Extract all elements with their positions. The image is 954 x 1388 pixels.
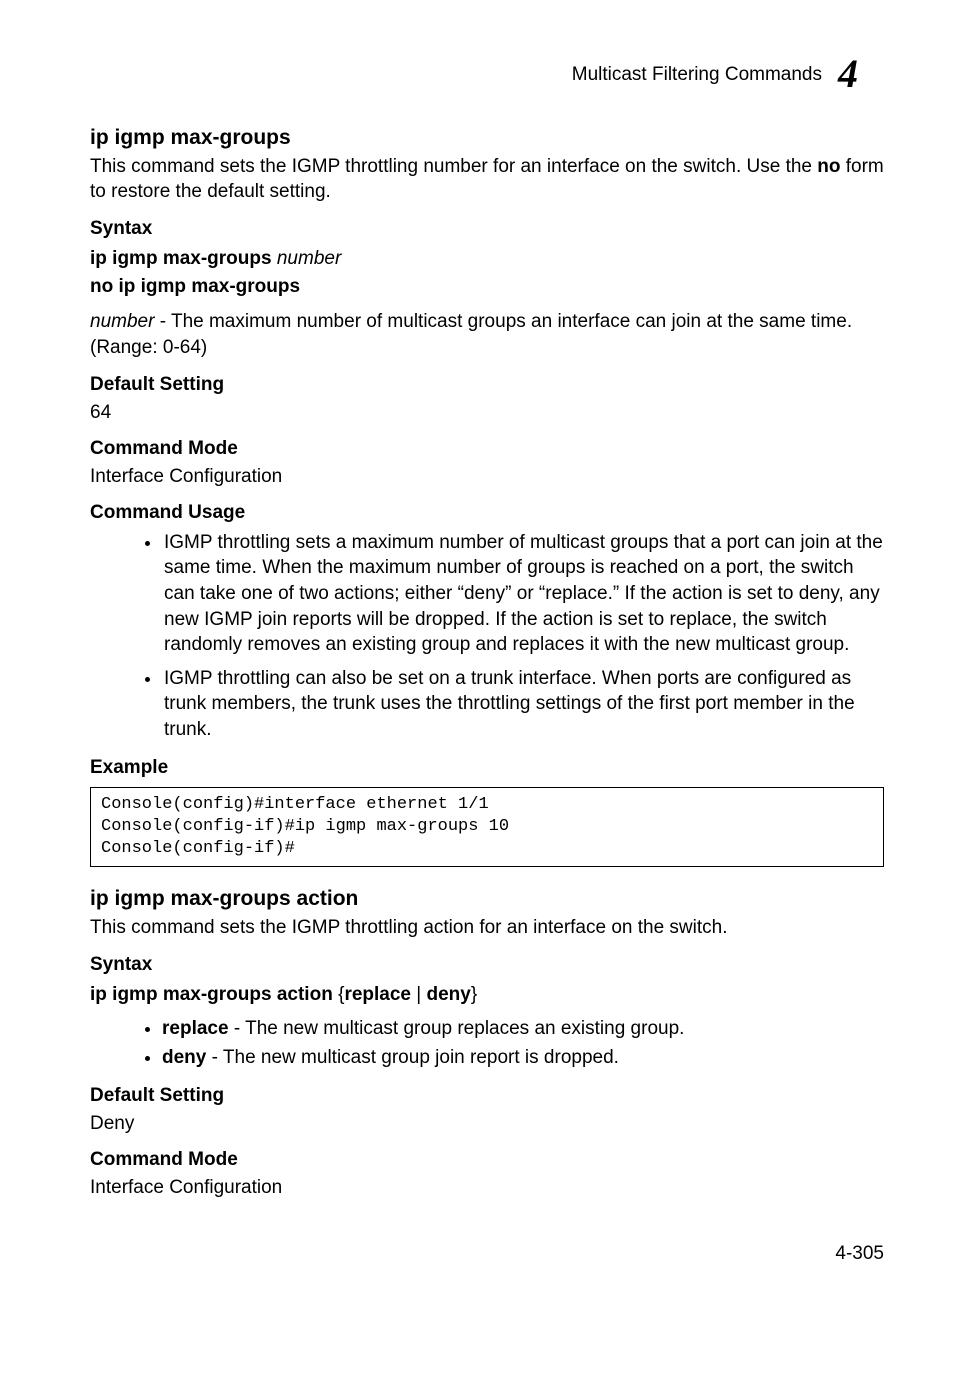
- option-item: deny - The new multicast group join repo…: [162, 1045, 884, 1071]
- option-keyword: replace: [162, 1018, 229, 1039]
- syntax-keyword: ip igmp max-groups action: [90, 984, 333, 1005]
- option-desc: - The new multicast group replaces an ex…: [229, 1018, 685, 1039]
- command-intro-2: This command sets the IGMP throttling ac…: [90, 915, 884, 940]
- usage-item: IGMP throttling sets a maximum number of…: [162, 530, 884, 658]
- page-number: 4-305: [90, 1243, 884, 1265]
- running-title: Multicast Filtering Commands: [572, 64, 822, 86]
- param-name: number: [90, 311, 154, 332]
- syntax-keyword: ip igmp max-groups: [90, 248, 272, 269]
- default-value: 64: [90, 402, 884, 424]
- page-header: Multicast Filtering Commands 4: [90, 52, 884, 98]
- syntax-option-replace: replace: [344, 984, 411, 1005]
- param-description: number - The maximum number of multicast…: [90, 309, 884, 359]
- param-text: - The maximum number of multicast groups…: [90, 311, 852, 357]
- syntax-heading-2: Syntax: [90, 954, 884, 976]
- syntax-param: number: [272, 248, 342, 269]
- example-heading: Example: [90, 757, 884, 779]
- keyword-no: no: [817, 156, 840, 177]
- brace: {: [333, 984, 345, 1005]
- brace: }: [471, 984, 477, 1005]
- command-mode-value-2: Interface Configuration: [90, 1177, 884, 1199]
- option-item: replace - The new multicast group replac…: [162, 1016, 884, 1042]
- command-title-max-groups-action: ip igmp max-groups action: [90, 887, 884, 911]
- command-usage-heading: Command Usage: [90, 502, 884, 524]
- syntax-line-action: ip igmp max-groups action {replace | den…: [90, 982, 884, 1008]
- separator: |: [411, 984, 427, 1005]
- default-setting-heading-2: Default Setting: [90, 1085, 884, 1107]
- command-intro: This command sets the IGMP throttling nu…: [90, 154, 884, 204]
- default-value-2: Deny: [90, 1113, 884, 1135]
- command-title-max-groups: ip igmp max-groups: [90, 126, 884, 150]
- options-list: replace - The new multicast group replac…: [90, 1016, 884, 1071]
- syntax-line-1: ip igmp max-groups number: [90, 246, 884, 272]
- syntax-line-2: no ip igmp max-groups: [90, 274, 884, 300]
- example-code-block: Console(config)#interface ethernet 1/1 C…: [90, 787, 884, 867]
- option-keyword: deny: [162, 1047, 206, 1068]
- command-mode-heading: Command Mode: [90, 438, 884, 460]
- command-mode-heading-2: Command Mode: [90, 1149, 884, 1171]
- default-setting-heading: Default Setting: [90, 374, 884, 396]
- syntax-heading: Syntax: [90, 218, 884, 240]
- option-desc: - The new multicast group join report is…: [206, 1047, 619, 1068]
- command-mode-value: Interface Configuration: [90, 466, 884, 488]
- syntax-option-deny: deny: [426, 984, 470, 1005]
- usage-list: IGMP throttling sets a maximum number of…: [90, 530, 884, 743]
- chapter-number: 4: [838, 50, 858, 97]
- text: This command sets the IGMP throttling nu…: [90, 156, 817, 177]
- chapter-badge: 4: [836, 52, 882, 98]
- usage-item: IGMP throttling can also be set on a tru…: [162, 666, 884, 743]
